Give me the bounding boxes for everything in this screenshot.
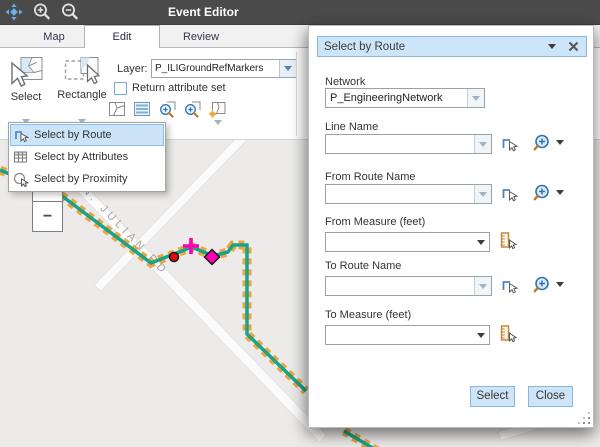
chevron-down-icon <box>472 96 480 101</box>
route-line-south <box>344 431 381 447</box>
layer-dropdown-button[interactable] <box>279 60 296 77</box>
tab-edit[interactable]: Edit <box>84 25 160 48</box>
map-options-dropdown-icon[interactable] <box>214 120 222 125</box>
line-name-combobox[interactable] <box>325 134 492 154</box>
red-point-marker <box>170 253 179 262</box>
chevron-down-icon <box>479 192 487 197</box>
from-route-combobox[interactable] <box>325 184 492 204</box>
pan-to-selection-icon[interactable] <box>183 100 201 118</box>
to-measure-combobox[interactable] <box>325 325 490 345</box>
selection-tools-row <box>108 100 226 118</box>
dialog-menu-chevron-icon[interactable] <box>548 44 556 49</box>
route-casing-south <box>344 431 381 447</box>
to-route-select-on-map-icon[interactable] <box>500 276 519 295</box>
zoom-to-selection-icon[interactable] <box>158 100 176 118</box>
line-name-dropdown-button[interactable] <box>474 135 491 153</box>
map-options-icon[interactable] <box>208 100 226 118</box>
close-button[interactable]: Close <box>528 386 573 407</box>
from-route-dropdown-button[interactable] <box>474 185 491 203</box>
line-name-label: Line Name <box>325 121 378 133</box>
menu-item-label: Select by Route <box>34 129 112 141</box>
chevron-down-icon <box>479 284 487 289</box>
tab-review[interactable]: Review <box>160 27 242 48</box>
dialog-title: Select by Route <box>318 41 548 53</box>
dialog-close-icon[interactable] <box>566 40 580 54</box>
from-route-input[interactable] <box>326 185 474 203</box>
zoom-in-icon[interactable] <box>31 1 53 23</box>
return-attribute-set-checkbox[interactable] <box>114 82 127 95</box>
network-combobox[interactable] <box>325 88 485 108</box>
attribute-table-icon[interactable] <box>133 100 151 118</box>
select-tool-icon <box>8 56 44 89</box>
app-title: Event Editor <box>168 0 239 25</box>
layer-combobox[interactable] <box>151 59 297 78</box>
from-route-zoom-dropdown-icon[interactable] <box>556 190 564 195</box>
attributes-table-icon <box>13 149 29 165</box>
to-route-zoom-dropdown-icon[interactable] <box>556 282 564 287</box>
from-measure-combobox[interactable] <box>325 232 490 252</box>
return-attribute-set-label: Return attribute set <box>132 82 226 94</box>
to-measure-label: To Measure (feet) <box>325 309 411 321</box>
chevron-down-icon <box>479 142 487 147</box>
proximity-circle-icon <box>13 171 29 187</box>
to-route-input[interactable] <box>326 277 474 295</box>
from-measure-input[interactable] <box>326 233 472 251</box>
menu-item-label: Select by Proximity <box>34 173 128 185</box>
zoom-out-icon[interactable] <box>59 1 81 23</box>
menu-item-select-by-attributes[interactable]: Select by Attributes <box>10 146 164 168</box>
to-measure-input[interactable] <box>326 326 472 344</box>
menu-item-select-by-proximity[interactable]: Select by Proximity <box>10 168 164 190</box>
to-measure-pick-icon[interactable] <box>498 324 518 344</box>
select-by-route-dialog: Select by Route Network Line Name From R… <box>308 25 594 428</box>
line-zoom-icon[interactable] <box>532 133 552 153</box>
pan-icon[interactable] <box>3 1 25 23</box>
rectangle-tool-button[interactable]: Rectangle <box>56 54 108 130</box>
tab-map[interactable]: Map <box>24 27 84 48</box>
menu-item-label: Select by Attributes <box>34 151 128 163</box>
magenta-cross-marker <box>183 238 199 254</box>
menu-item-select-by-route[interactable]: Select by Route <box>10 124 164 146</box>
network-dropdown-button[interactable] <box>467 89 484 107</box>
from-route-select-on-map-icon[interactable] <box>500 184 519 203</box>
layer-input[interactable] <box>152 60 279 77</box>
chevron-down-icon <box>477 333 485 338</box>
from-route-label: From Route Name <box>325 171 415 183</box>
select-dropdown-menu: Select by Route Select by Attributes Sel… <box>8 122 166 192</box>
select-tool-label: Select <box>0 91 52 103</box>
app-header: Event Editor <box>0 0 600 25</box>
to-route-combobox[interactable] <box>325 276 492 296</box>
map-zoom-out-button[interactable]: − <box>33 202 62 232</box>
chevron-down-icon <box>477 240 485 245</box>
line-name-input[interactable] <box>326 135 474 153</box>
magenta-diamond-marker <box>205 250 220 265</box>
to-route-label: To Route Name <box>325 260 401 272</box>
to-route-dropdown-button[interactable] <box>474 277 491 295</box>
to-route-zoom-icon[interactable] <box>532 275 552 295</box>
rectangle-tool-label: Rectangle <box>56 89 108 101</box>
shape-select-icon[interactable] <box>108 100 126 118</box>
resize-grip[interactable] <box>588 422 590 424</box>
route-select-icon <box>13 127 29 143</box>
rectangle-tool-icon <box>64 56 100 87</box>
select-button[interactable]: Select <box>470 386 515 407</box>
dialog-title-bar: Select by Route <box>317 36 587 57</box>
from-route-zoom-icon[interactable] <box>532 183 552 203</box>
layer-label: Layer: <box>117 63 148 75</box>
line-select-on-map-icon[interactable] <box>500 134 519 153</box>
network-label: Network <box>325 76 365 88</box>
chevron-down-icon <box>284 66 292 71</box>
select-tool-button[interactable]: Select <box>0 54 52 130</box>
ribbon-separator <box>296 52 297 136</box>
network-input[interactable] <box>326 89 467 107</box>
from-measure-pick-icon[interactable] <box>498 231 518 251</box>
to-measure-dropdown-button[interactable] <box>472 326 489 344</box>
from-measure-dropdown-button[interactable] <box>472 233 489 251</box>
from-measure-label: From Measure (feet) <box>325 216 425 228</box>
line-zoom-dropdown-icon[interactable] <box>556 140 564 145</box>
